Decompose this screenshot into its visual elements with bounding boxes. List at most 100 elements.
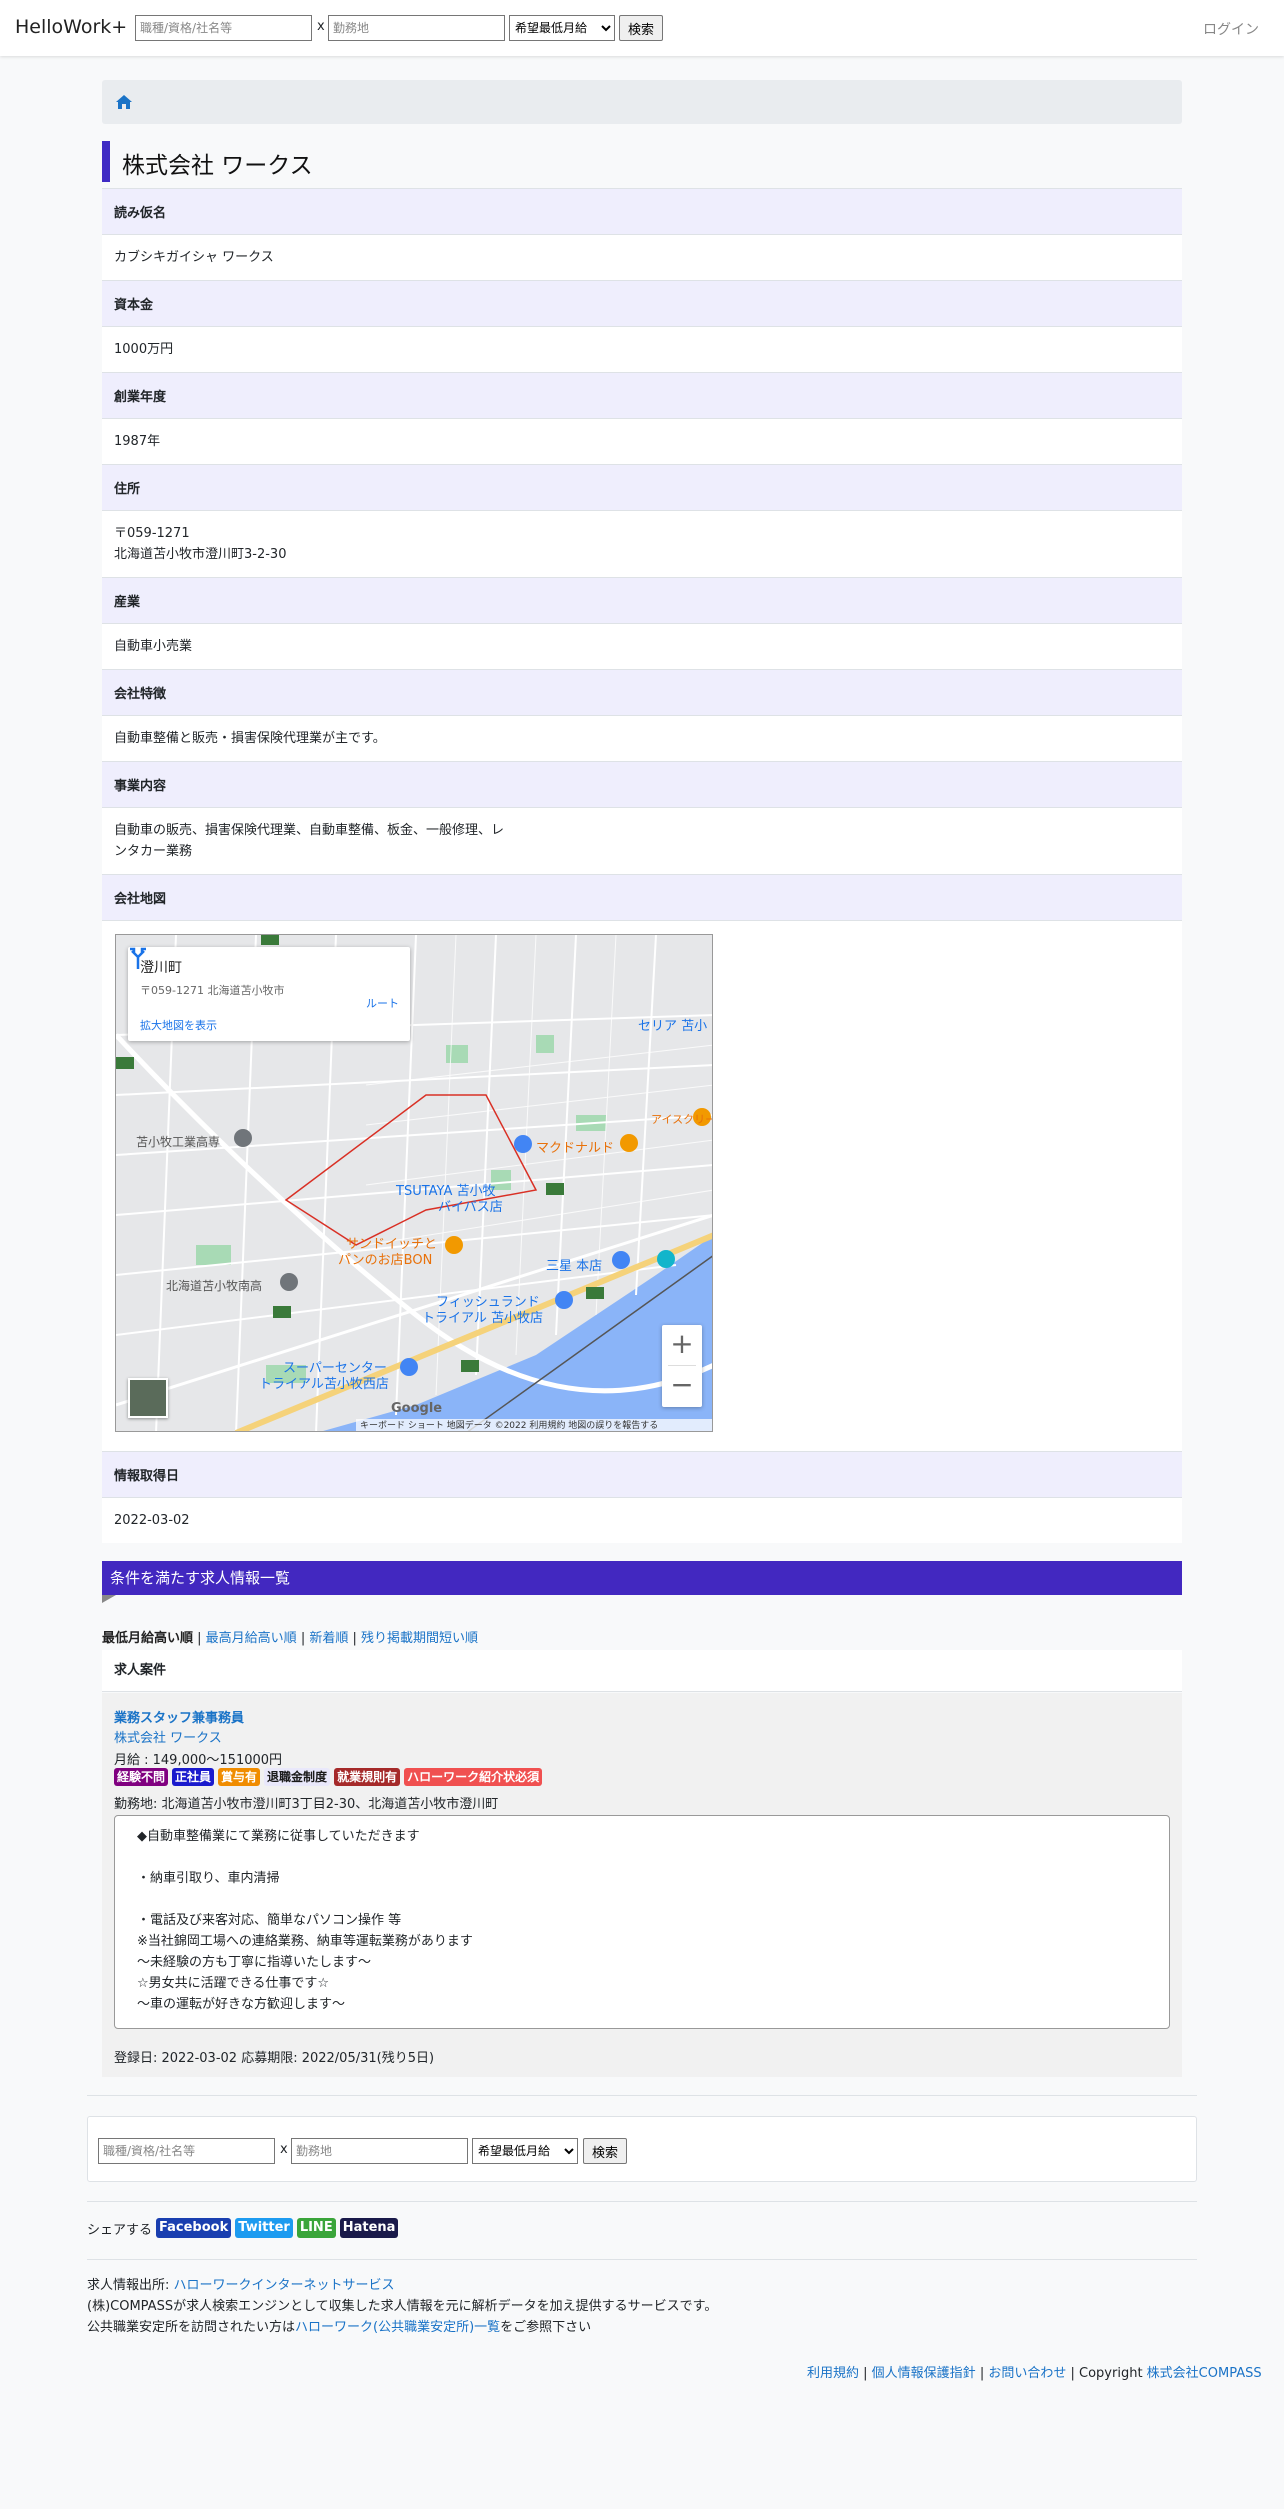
field-label-features: 会社特徴	[102, 669, 1182, 715]
field-value: 自動車整備と販売・損害保険代理業が主です。	[114, 731, 386, 746]
copyright-text: Copyright	[1079, 2366, 1147, 2381]
field-value: 1000万円	[114, 342, 174, 357]
job-card: 業務スタッフ兼事務員 株式会社 ワークス 月給 : 149,000〜151000…	[102, 1693, 1182, 2077]
map-place-card: 澄川町 〒059-1271 北海道苫小牧市 拡大地図を表示 ルート	[128, 947, 410, 1041]
map-label-fish2: トライアル 苫小牧店	[422, 1311, 544, 1326]
job-badges: 経験不問 正社員 賞与有 退職金制度 就業規則有 ハローワーク紹介状必須	[114, 1768, 543, 1786]
sort-options: 最低月給高い順 | 最高月給高い順 | 新着順 | 残り掲載期間短い順	[102, 1631, 479, 1646]
zoom-in-button[interactable]: +	[662, 1325, 702, 1365]
navbar: HelloWork+ x 希望最低月給 検索 ログイン	[0, 0, 1284, 56]
satellite-toggle[interactable]	[128, 1378, 168, 1418]
route-icon[interactable]	[128, 947, 148, 969]
map-label-sanboshi: 三星 本店	[546, 1259, 603, 1274]
location-search-input[interactable]	[328, 15, 505, 41]
source-line-3: 公共職業安定所を訪問されたい方はハローワーク(公共職業安定所)一覧をご参照下さい	[87, 2317, 717, 2338]
field-label: 産業	[114, 595, 141, 610]
field-value: 自動車小売業	[114, 639, 193, 654]
google-logo: Google	[391, 1401, 443, 1416]
field-label-business: 事業内容	[102, 761, 1182, 807]
job-company-link[interactable]: 株式会社 ワークス	[114, 1727, 222, 1746]
field-label: 事業内容	[114, 779, 167, 794]
sort-max-salary[interactable]: 最高月給高い順	[206, 1631, 297, 1646]
zoom-out-button[interactable]: −	[662, 1366, 702, 1406]
map-place-address: 〒059-1271 北海道苫小牧市	[140, 984, 285, 997]
terms-link[interactable]: 利用規約	[807, 2366, 859, 2381]
field-value-business: 自動車の販売、損害保険代理業、自動車整備、板金、一般修理、レ ンタカー業務	[102, 807, 1182, 874]
breadcrumb	[102, 80, 1182, 124]
divider	[87, 2259, 1197, 2260]
header-notch	[102, 1595, 116, 1603]
job-description: ◆自動車整備業にて業務に従事していただきます ・納車引取り、車内清掃 ・電話及び…	[114, 1815, 1170, 2029]
field-value-features: 自動車整備と販売・損害保険代理業が主です。	[102, 715, 1182, 761]
hellowork-office-list-link[interactable]: ハローワーク(公共職業安定所)一覧	[295, 2320, 500, 2335]
source-line3-prefix: 公共職業安定所を訪問されたい方は	[87, 2320, 296, 2335]
bottom-search-button[interactable]: 検索	[583, 2138, 627, 2164]
bottom-search-form: x 希望最低月給 検索	[87, 2116, 1197, 2182]
map-label-tsutaya2: バイパス店	[438, 1200, 503, 1215]
field-value-founded: 1987年	[102, 418, 1182, 464]
source-line-1: 求人情報出所: ハローワークインターネットサービス	[87, 2275, 717, 2296]
job-title-link[interactable]: 業務スタッフ兼事務員	[114, 1707, 244, 1726]
share-bar: シェアする Facebook Twitter LINE Hatena	[87, 2218, 399, 2238]
map-label-super2: トライアル苫小牧西店	[259, 1377, 389, 1392]
privacy-link[interactable]: 個人情報保護指針	[872, 2366, 976, 2381]
field-label-reading: 読み仮名	[102, 188, 1182, 234]
street-address: 北海道苫小牧市澄川町3-2-30	[114, 547, 287, 562]
bottom-salary-select[interactable]: 希望最低月給	[472, 2138, 578, 2164]
sort-remaining[interactable]: 残り掲載期間短い順	[361, 1631, 478, 1646]
badge-no-experience: 経験不問	[114, 1768, 169, 1786]
bottom-location-input[interactable]	[291, 2138, 468, 2164]
share-hatena-button[interactable]: Hatena	[339, 2218, 399, 2238]
business-line-1: 自動車の販売、損害保険代理業、自動車整備、板金、一般修理、レ	[114, 823, 505, 838]
source-info: 求人情報出所: ハローワークインターネットサービス (株)COMPASSが求人検…	[87, 2275, 717, 2338]
field-value-address: 〒059-1271 北海道苫小牧市澄川町3-2-30	[102, 510, 1182, 577]
share-twitter-button[interactable]: Twitter	[235, 2218, 293, 2238]
field-label: 情報取得日	[114, 1469, 180, 1484]
field-value: 2022-03-02	[114, 1513, 190, 1528]
field-value: 1987年	[114, 434, 161, 449]
field-label-address: 住所	[102, 464, 1182, 510]
bottom-keyword-input[interactable]	[98, 2138, 275, 2164]
badge-bonus: 賞与有	[218, 1768, 261, 1786]
share-line-button[interactable]: LINE	[296, 2218, 336, 2238]
field-value-retrieved: 2022-03-02	[102, 1497, 1182, 1543]
field-label: 資本金	[114, 298, 154, 313]
login-link[interactable]: ログイン	[1203, 19, 1259, 39]
job-list-table-header: 求人案件	[102, 1650, 1182, 1692]
badge-full-time: 正社員	[172, 1768, 215, 1786]
map-attribution: キーボード ショート 地図データ ©2022 利用規約 地図の誤りを報告する	[356, 1419, 712, 1431]
map-enlarge-link[interactable]: 拡大地図を表示	[140, 1017, 217, 1033]
source-prefix: 求人情報出所:	[87, 2278, 174, 2293]
company-map[interactable]: 苫小牧工業高専 北海道苫小牧南高 TSUTAYA 苫小牧 バイパス店 マクドナル…	[115, 934, 713, 1432]
field-label-founded: 創業年度	[102, 372, 1182, 418]
field-label: 会社地図	[114, 892, 167, 907]
map-label-sandwich2: パンのお店BON	[338, 1253, 433, 1268]
source-line3-suffix: をご参照下さい	[500, 2320, 592, 2335]
brand-logo[interactable]: HelloWork+	[15, 16, 127, 38]
postal-code: 〒059-1271	[114, 526, 190, 541]
badge-retirement: 退職金制度	[264, 1768, 331, 1786]
keyword-search-input[interactable]	[135, 15, 312, 41]
hellowork-internet-link[interactable]: ハローワークインターネットサービス	[174, 2278, 395, 2293]
sort-newest[interactable]: 新着順	[309, 1631, 348, 1646]
field-label-capital: 資本金	[102, 280, 1182, 326]
compass-link[interactable]: 株式会社COMPASS	[1147, 2366, 1262, 2381]
search-button[interactable]: 検索	[619, 15, 663, 41]
job-location: 勤務地: 北海道苫小牧市澄川町3丁目2-30、北海道苫小牧市澄川町	[114, 1797, 499, 1812]
home-icon[interactable]	[116, 95, 132, 109]
company-name: 株式会社 ワークス	[122, 153, 313, 179]
footer-links: 利用規約 | 個人情報保護指針 | お問い合わせ | Copyright 株式会…	[807, 2366, 1262, 2381]
badge-work-rules: 就業規則有	[334, 1768, 401, 1786]
divider	[87, 2201, 1197, 2202]
salary-select[interactable]: 希望最低月給	[509, 15, 615, 41]
field-label-map: 会社地図	[102, 874, 1182, 920]
contact-link[interactable]: お問い合わせ	[988, 2366, 1066, 2381]
field-label-retrieved: 情報取得日	[102, 1451, 1182, 1497]
map-label-seria: セリア 苫小	[638, 1019, 708, 1034]
company-title-bar: 株式会社 ワークス	[102, 141, 1182, 182]
badge-referral-required: ハローワーク紹介状必須	[404, 1768, 543, 1786]
map-route-label[interactable]: ルート	[366, 995, 399, 1011]
share-facebook-button[interactable]: Facebook	[156, 2218, 232, 2238]
map-label-ice: アイスクリーム店	[651, 1113, 712, 1126]
field-value: カブシキガイシャ ワークス	[114, 250, 274, 265]
